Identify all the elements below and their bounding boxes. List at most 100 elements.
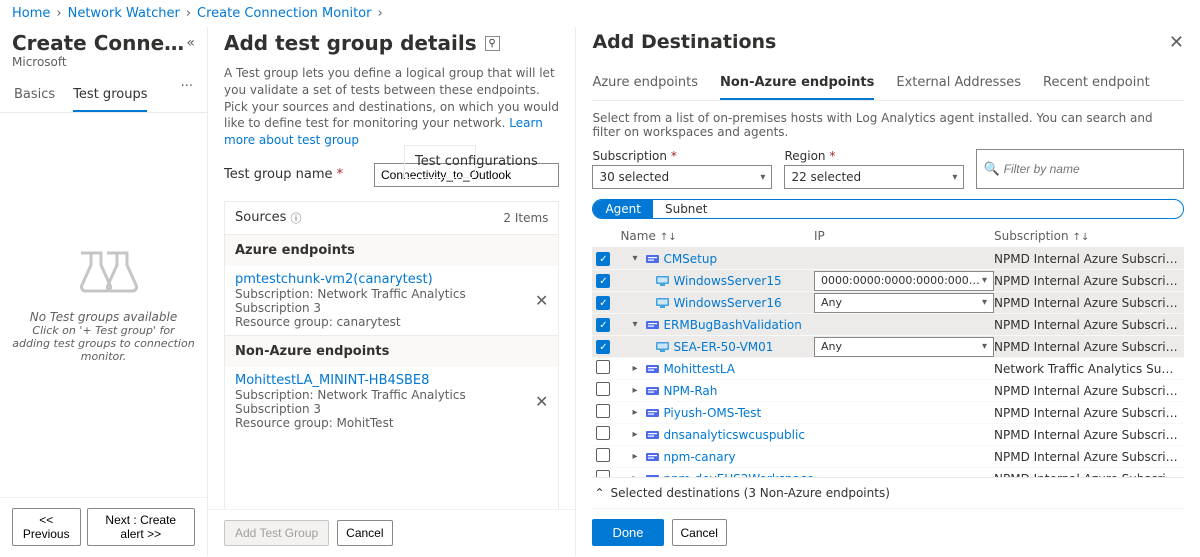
row-checkbox[interactable]: ✓ xyxy=(596,318,610,332)
ip-dropdown[interactable]: 0000:0000:0000:0000:0000:ffff:...▾ xyxy=(814,271,994,291)
chevron-right-icon: › xyxy=(186,6,191,21)
ip-dropdown[interactable]: Any▾ xyxy=(814,293,994,313)
row-name[interactable]: Piyush-OMS-Test xyxy=(663,406,761,420)
more-icon[interactable]: ··· xyxy=(181,79,193,112)
tab-external-addresses[interactable]: External Addresses xyxy=(896,67,1021,100)
section-title: Add test group details xyxy=(224,31,477,55)
row-name[interactable]: dnsanalyticswcuspublic xyxy=(663,428,805,442)
source-item: MohittestLA_MININT-HB4SBE8 Subscription:… xyxy=(225,367,558,436)
agent-pill[interactable]: Agent xyxy=(593,200,653,218)
row-checkbox[interactable] xyxy=(596,360,610,374)
agent-row[interactable]: ✓ WindowsServer15 0000:0000:0000:0000:0000… xyxy=(592,270,1184,292)
workspace-row[interactable]: ✓▾CMSetupNPMD Internal Azure Subscriptio… xyxy=(592,248,1184,270)
done-button[interactable]: Done xyxy=(592,519,663,546)
row-checkbox[interactable]: ✓ xyxy=(596,296,610,310)
cancel-button[interactable]: Cancel xyxy=(672,519,727,546)
page-title: Create Connection… xyxy=(12,31,186,55)
chevron-right-icon[interactable]: ▸ xyxy=(632,363,642,374)
row-name[interactable]: npm-canary xyxy=(663,450,735,464)
chevron-right-icon[interactable]: ▸ xyxy=(632,385,642,396)
workspace-icon xyxy=(646,252,659,265)
row-checkbox[interactable]: ✓ xyxy=(596,252,610,266)
subnet-pill[interactable]: Subnet xyxy=(653,200,720,218)
row-name[interactable]: CMSetup xyxy=(663,252,717,266)
chevron-right-icon[interactable]: ▸ xyxy=(632,407,642,418)
sort-icon: ↑↓ xyxy=(1073,232,1090,243)
chevron-right-icon[interactable]: ▸ xyxy=(632,429,642,440)
chevron-down-icon[interactable]: ▾ xyxy=(632,319,642,330)
tab-recent-endpoint[interactable]: Recent endpoint xyxy=(1043,67,1150,100)
bc-ccm[interactable]: Create Connection Monitor xyxy=(197,6,371,21)
tab-azure-endpoints[interactable]: Azure endpoints xyxy=(592,67,698,100)
add-test-group-button[interactable]: Add Test Group xyxy=(224,520,329,546)
source-name[interactable]: MohittestLA_MININT-HB4SBE8 xyxy=(235,373,535,388)
region-dropdown[interactable]: 22 selected▾ xyxy=(784,165,964,189)
row-name[interactable]: ERMBugBashValidation xyxy=(663,318,801,332)
subscription-dropdown[interactable]: 30 selected▾ xyxy=(592,165,772,189)
filter-input[interactable]: 🔍 xyxy=(976,149,1184,189)
next-button[interactable]: Next : Create alert >> xyxy=(87,508,195,546)
empty-title: No Test groups available xyxy=(30,310,177,324)
row-checkbox[interactable] xyxy=(596,382,610,396)
col-subscription[interactable]: Subscription↑↓ xyxy=(994,229,1184,243)
col-ip[interactable]: IP xyxy=(814,229,994,243)
ip-dropdown[interactable]: Any▾ xyxy=(814,337,994,357)
chevron-right-icon[interactable]: ▸ xyxy=(632,451,642,462)
chevron-down-icon[interactable]: ▾ xyxy=(632,253,642,264)
row-name[interactable]: SEA-ER-50-VM01 xyxy=(673,340,773,354)
tab-test-groups[interactable]: Test groups xyxy=(73,79,147,112)
workspace-icon xyxy=(646,450,659,463)
row-checkbox[interactable]: ✓ xyxy=(596,340,610,354)
workspace-icon xyxy=(646,406,659,419)
row-checkbox[interactable] xyxy=(596,470,610,477)
row-checkbox[interactable] xyxy=(596,404,610,418)
azure-endpoints-header: Azure endpoints xyxy=(225,235,558,266)
agent-row[interactable]: ✓SEA-ER-50-VM01Any▾NPMD Internal Azure S… xyxy=(592,336,1184,358)
breadcrumb: Home › Network Watcher › Create Connecti… xyxy=(0,0,1200,27)
row-checkbox[interactable]: ✓ xyxy=(596,274,610,288)
workspace-row[interactable]: ▸ MohittestLA Network Traffic Analytics Su… xyxy=(592,358,1184,380)
remove-icon[interactable]: ✕ xyxy=(535,392,548,411)
source-name[interactable]: pmtestchunk-vm2(canarytest) xyxy=(235,272,535,287)
row-name[interactable]: WindowsServer15 xyxy=(673,274,781,288)
agent-row[interactable]: ✓ WindowsServer16 Any▾NPMD Internal Azure … xyxy=(592,292,1184,314)
row-name[interactable]: WindowsServer16 xyxy=(673,296,781,310)
collapse-icon[interactable]: « xyxy=(186,35,195,51)
row-name[interactable]: NPM-Rah xyxy=(663,384,717,398)
selected-destinations-toggle[interactable]: ⌃ Selected destinations (3 Non-Azure end… xyxy=(592,477,1184,508)
workspace-row[interactable]: ✓▾ERMBugBashValidationNPMD Internal Azur… xyxy=(592,314,1184,336)
close-icon[interactable]: ✕ xyxy=(1169,32,1184,53)
workspace-row[interactable]: ▸npm-canaryNPMD Internal Azure Subscript… xyxy=(592,446,1184,468)
chevron-down-icon: ▾ xyxy=(982,341,987,352)
col-name[interactable]: Name↑↓ xyxy=(620,229,814,243)
chevron-down-icon: ▾ xyxy=(982,297,987,308)
workspace-row[interactable]: ▸ NPM-Rah NPMD Internal Azure Subscription… xyxy=(592,380,1184,402)
bc-home[interactable]: Home xyxy=(12,6,50,21)
chevron-down-icon: ▾ xyxy=(952,172,957,183)
cancel-button[interactable]: Cancel xyxy=(337,520,392,546)
row-subscription: Network Traffic Analytics Subscription 3 xyxy=(994,362,1184,376)
tab-basics[interactable]: Basics xyxy=(14,79,55,112)
chevron-right-icon: › xyxy=(377,6,382,21)
search-icon: 🔍 xyxy=(983,162,999,177)
row-name[interactable]: MohittestLA xyxy=(663,362,735,376)
workspace-icon xyxy=(646,318,659,331)
info-icon[interactable]: ⓘ xyxy=(290,210,301,226)
row-checkbox[interactable] xyxy=(596,448,610,462)
source-item: pmtestchunk-vm2(canarytest) Subscription… xyxy=(225,266,558,335)
row-subscription: NPMD Internal Azure Subscription 1 xyxy=(994,296,1184,310)
remove-icon[interactable]: ✕ xyxy=(535,291,548,310)
workspace-row[interactable]: ▸npm-devEUS2WorkspaceNPMD Internal Azure… xyxy=(592,468,1184,477)
source-sub: Subscription: Network Traffic Analytics … xyxy=(235,388,535,416)
row-subscription: NPMD Internal Azure Subscription 1 xyxy=(994,384,1184,398)
workspace-row[interactable]: ▸dnsanalyticswcuspublicNPMD Internal Azu… xyxy=(592,424,1184,446)
pin-icon[interactable]: ⚲ xyxy=(485,36,500,51)
row-checkbox[interactable] xyxy=(596,426,610,440)
workspace-row[interactable]: ▸Piyush-OMS-TestNPMD Internal Azure Subs… xyxy=(592,402,1184,424)
previous-button[interactable]: << Previous xyxy=(12,508,81,546)
flask-icon xyxy=(69,248,139,302)
tab-non-azure-endpoints[interactable]: Non-Azure endpoints xyxy=(720,67,874,100)
publisher: Microsoft xyxy=(0,55,207,79)
test-group-name-label: Test group name xyxy=(224,167,364,182)
bc-nw[interactable]: Network Watcher xyxy=(68,6,180,21)
